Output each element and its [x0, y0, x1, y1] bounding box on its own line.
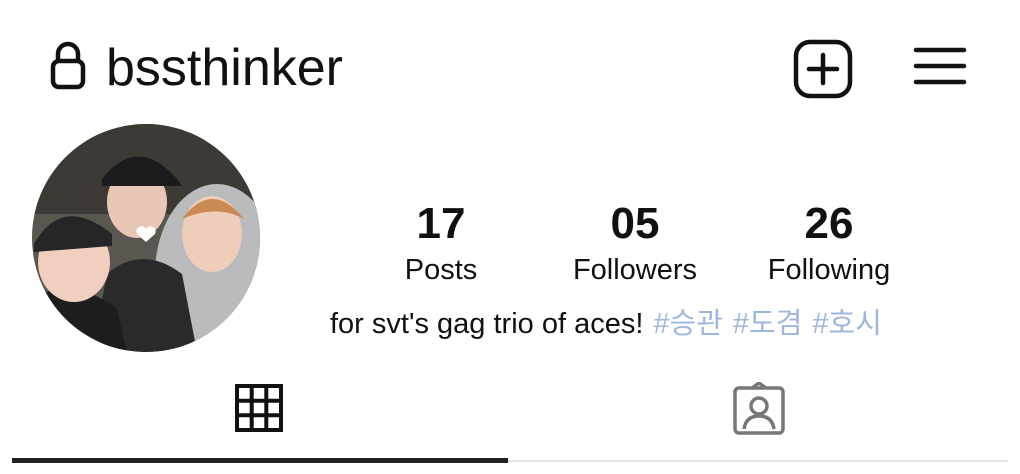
hashtag-link[interactable]: #도겸 — [733, 308, 803, 340]
hashtag-link[interactable]: #호시 — [812, 308, 882, 340]
active-tab-indicator — [12, 458, 508, 463]
posts-count: 17 — [416, 199, 466, 248]
following-label: Following — [767, 254, 891, 286]
add-post-icon[interactable] — [792, 38, 854, 100]
tagged-user-icon — [733, 382, 785, 435]
following-count: 26 — [804, 199, 854, 248]
profile-header: bssthinker — [0, 0, 1020, 120]
profile-avatar[interactable] — [32, 124, 260, 352]
grid-icon — [235, 384, 283, 432]
profile-bio: for svt's gag trio of aces! #승관 #도겸 #호시 — [330, 304, 882, 344]
hashtag-link[interactable]: #승관 — [653, 308, 723, 340]
tab-tagged[interactable] — [510, 370, 1020, 460]
bio-text: for svt's gag trio of aces! — [330, 308, 644, 340]
tab-divider — [508, 460, 1008, 462]
followers-stat[interactable]: 05 Followers — [540, 196, 730, 288]
following-stat[interactable]: 26 Following — [734, 196, 924, 288]
lock-icon — [50, 41, 86, 90]
hamburger-menu-icon[interactable] — [912, 42, 968, 90]
posts-stat[interactable]: 17 Posts — [346, 196, 536, 288]
followers-label: Followers — [572, 254, 698, 286]
avatar-photo — [32, 124, 260, 352]
tab-posts-grid[interactable] — [0, 370, 510, 460]
posts-label: Posts — [404, 254, 478, 286]
username: bssthinker — [106, 39, 343, 97]
profile-tabs — [0, 370, 1020, 474]
followers-count: 05 — [610, 199, 660, 248]
